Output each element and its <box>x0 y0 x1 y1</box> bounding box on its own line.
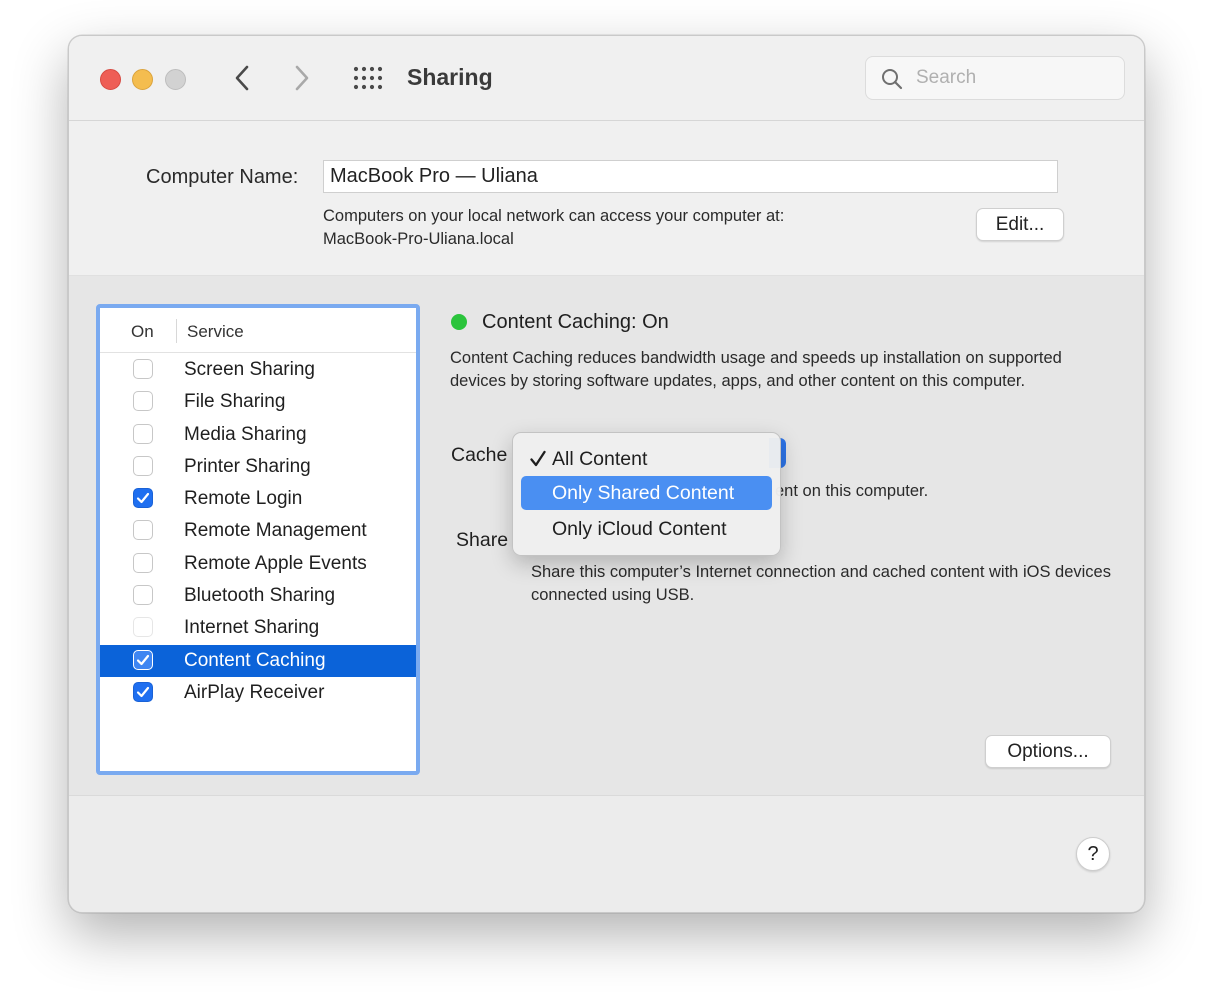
computer-name-label: Computer Name: <box>146 166 299 188</box>
computer-name-description: Computers on your local network can acce… <box>323 205 784 251</box>
show-all-grid-icon[interactable] <box>353 66 383 90</box>
service-label: Bluetooth Sharing <box>184 585 336 607</box>
service-checkbox[interactable] <box>133 455 153 476</box>
options-button[interactable]: Options... <box>985 735 1111 768</box>
service-row[interactable]: Printer Sharing <box>100 451 416 483</box>
help-button[interactable]: ? <box>1076 837 1110 871</box>
toolbar: Sharing <box>69 36 1144 121</box>
edit-hostname-button[interactable]: Edit... <box>976 208 1064 241</box>
service-checkbox[interactable] <box>133 552 153 573</box>
search-icon <box>882 69 903 90</box>
service-label: Screen Sharing <box>184 359 315 380</box>
close-window-button[interactable] <box>100 69 121 90</box>
service-row[interactable]: Internet Sharing <box>100 612 416 644</box>
service-label: Media Sharing <box>184 423 307 445</box>
service-label: Remote Management <box>184 520 367 542</box>
status-indicator <box>451 314 467 330</box>
chevron-right-icon <box>295 65 309 91</box>
service-checkbox[interactable] <box>133 585 153 606</box>
service-checkbox[interactable] <box>133 649 153 670</box>
cache-menu-item-label: All Content <box>552 448 648 470</box>
service-row[interactable]: Remote Management <box>100 515 416 547</box>
forward-button[interactable] <box>287 62 317 94</box>
minimize-window-button[interactable] <box>132 69 153 90</box>
service-checkbox[interactable] <box>133 488 153 509</box>
service-label: Remote Login <box>184 488 303 510</box>
services-rows: Screen Sharing File Sharing Media Sharing P… <box>100 354 416 709</box>
local-network-text: Computers on your local network can acce… <box>323 207 785 225</box>
service-label: File Sharing <box>184 391 286 413</box>
service-checkbox[interactable] <box>133 681 153 702</box>
services-list-header: On Service <box>100 308 416 353</box>
service-checkbox[interactable] <box>133 391 153 412</box>
service-checkbox[interactable] <box>133 423 153 444</box>
sharing-preferences-window: Sharing Computer Name: Computers on your… <box>68 35 1145 913</box>
column-header-service[interactable]: Service <box>187 322 244 342</box>
checkmark-icon <box>530 450 546 467</box>
service-checkbox[interactable] <box>133 520 153 541</box>
services-list[interactable]: On Service Screen Sharing File Sharing Med… <box>96 304 420 775</box>
checkmark-icon <box>136 654 150 665</box>
service-row[interactable]: Remote Login <box>100 483 416 515</box>
column-separator <box>176 319 177 343</box>
service-description: Content Caching reduces bandwidth usage … <box>450 349 1062 390</box>
cache-menu-item[interactable]: Only Shared Content <box>521 476 772 510</box>
service-row[interactable]: Screen Sharing <box>100 354 416 386</box>
service-label: Internet Sharing <box>184 617 320 639</box>
service-row[interactable]: Media Sharing <box>100 419 416 451</box>
cache-menu-item-label: Only iCloud Content <box>552 518 727 540</box>
cache-menu-item[interactable]: Only iCloud Content <box>521 512 772 546</box>
checkmark-icon <box>136 686 150 698</box>
search-input[interactable] <box>914 65 1108 91</box>
service-label: Printer Sharing <box>184 455 311 477</box>
search-field[interactable] <box>865 56 1125 100</box>
cache-menu-item-label: Only Shared Content <box>552 482 735 504</box>
computer-name-section: Computer Name: Computers on your local n… <box>69 121 1144 276</box>
share-internet-description: Share this computer’s Internet connectio… <box>531 563 1111 604</box>
chevron-left-icon <box>235 65 249 91</box>
local-hostname: MacBook-Pro-Uliana.local <box>323 230 514 248</box>
service-row[interactable]: Bluetooth Sharing <box>100 580 416 612</box>
service-checkbox[interactable] <box>133 617 153 638</box>
column-header-on[interactable]: On <box>131 322 154 342</box>
service-row[interactable]: AirPlay Receiver <box>100 677 416 709</box>
service-row[interactable]: Remote Apple Events <box>100 548 416 580</box>
service-label: AirPlay Receiver <box>184 681 325 703</box>
cache-popup-label: Cache <box>451 444 508 466</box>
zoom-window-button[interactable] <box>165 69 186 90</box>
cache-description-partial: ent on this computer. <box>775 482 929 500</box>
service-row[interactable]: File Sharing <box>100 386 416 418</box>
computer-name-field[interactable] <box>323 160 1058 193</box>
service-label: Content Caching <box>184 649 326 671</box>
services-section: On Service Screen Sharing File Sharing Med… <box>69 276 1144 796</box>
cache-content-menu: All Content Only Shared Content Only iClou… <box>512 432 781 556</box>
back-button[interactable] <box>227 62 257 94</box>
cache-menu-item[interactable]: All Content <box>521 442 772 476</box>
service-label: Remote Apple Events <box>184 552 367 574</box>
service-status-label: Content Caching: On <box>482 311 669 333</box>
checkmark-icon <box>136 493 150 504</box>
service-checkbox[interactable] <box>133 359 153 379</box>
share-internet-label: Share <box>456 529 509 551</box>
window-title: Sharing <box>407 64 493 90</box>
service-row[interactable]: Content Caching <box>100 644 416 677</box>
